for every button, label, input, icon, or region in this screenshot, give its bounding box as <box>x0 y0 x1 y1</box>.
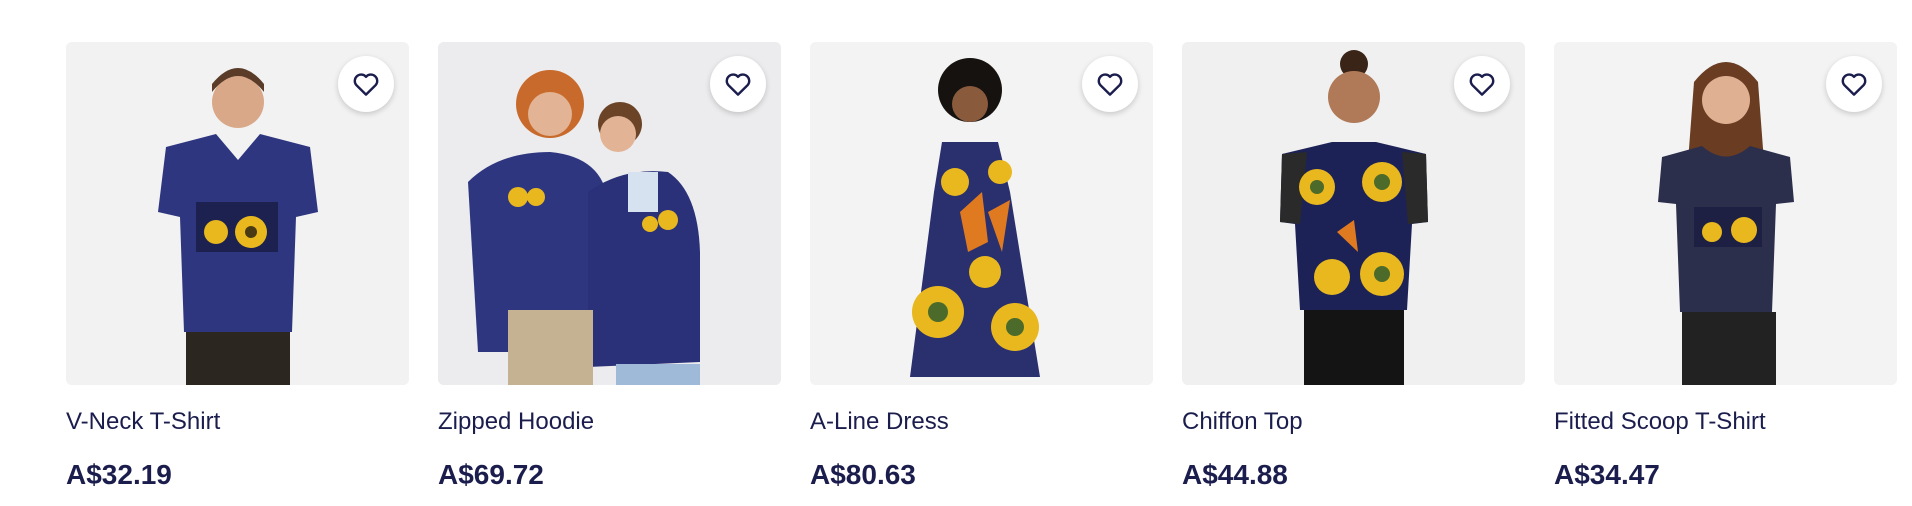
product-card[interactable]: Fitted Scoop T-Shirt A$34.47 <box>1554 42 1897 491</box>
product-row: V-Neck T-Shirt A$32.19 Zipped Hoodie A$6… <box>66 42 1897 491</box>
product-price: A$32.19 <box>66 459 172 490</box>
product-card[interactable]: V-Neck T-Shirt A$32.19 <box>66 42 409 491</box>
heart-outline-icon <box>1469 73 1495 96</box>
heart-outline-icon <box>353 73 379 96</box>
product-card[interactable]: A-Line Dress A$80.63 <box>810 42 1153 491</box>
product-price: A$34.47 <box>1554 459 1660 490</box>
favorite-button[interactable] <box>710 56 766 112</box>
favorite-button[interactable] <box>1082 56 1138 112</box>
product-price: A$69.72 <box>438 459 544 490</box>
heart-outline-icon <box>725 73 751 96</box>
product-title[interactable]: Chiffon Top <box>1182 407 1525 437</box>
heart-outline-icon <box>1841 73 1867 96</box>
heart-outline-icon <box>1097 73 1123 96</box>
favorite-button[interactable] <box>338 56 394 112</box>
product-image[interactable] <box>66 42 409 385</box>
product-image[interactable] <box>1182 42 1525 385</box>
product-image[interactable] <box>1554 42 1897 385</box>
product-card[interactable]: Zipped Hoodie A$69.72 <box>438 42 781 491</box>
product-title[interactable]: A-Line Dress <box>810 407 1153 437</box>
product-title[interactable]: Zipped Hoodie <box>438 407 781 437</box>
product-title[interactable]: V-Neck T-Shirt <box>66 407 409 437</box>
product-image[interactable] <box>438 42 781 385</box>
product-price: A$44.88 <box>1182 459 1288 490</box>
product-price: A$80.63 <box>810 459 916 490</box>
favorite-button[interactable] <box>1826 56 1882 112</box>
favorite-button[interactable] <box>1454 56 1510 112</box>
product-title[interactable]: Fitted Scoop T-Shirt <box>1554 407 1897 437</box>
product-image[interactable] <box>810 42 1153 385</box>
product-card[interactable]: Chiffon Top A$44.88 <box>1182 42 1525 491</box>
